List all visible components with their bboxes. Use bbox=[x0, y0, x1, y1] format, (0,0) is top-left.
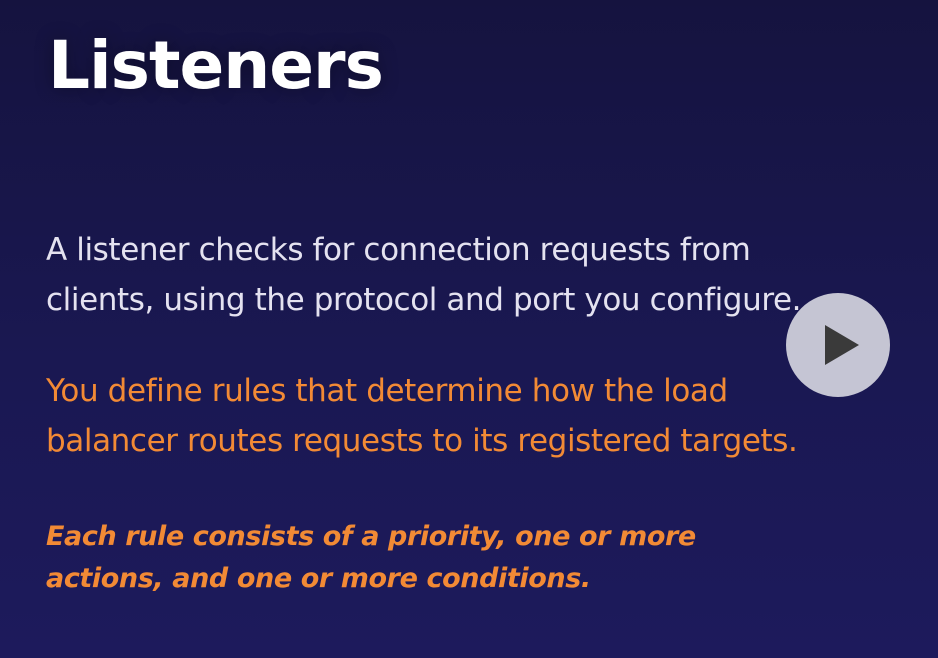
rule-composition-note: Each rule consists of a priority, one or… bbox=[46, 516, 826, 600]
play-icon bbox=[825, 325, 859, 365]
text-line: Each rule consists of a priority, one or… bbox=[46, 521, 696, 552]
text-line: clients, using the protocol and port you… bbox=[46, 282, 802, 318]
play-button[interactable] bbox=[786, 293, 890, 397]
text-line: A listener checks for connection request… bbox=[46, 232, 751, 268]
video-slide: Listeners A listener checks for connecti… bbox=[0, 0, 938, 658]
text-line: actions, and one or more conditions. bbox=[46, 563, 591, 594]
listener-description: A listener checks for connection request… bbox=[46, 225, 906, 325]
slide-title: Listeners bbox=[48, 27, 384, 104]
rules-description: You define rules that determine how the … bbox=[46, 366, 926, 466]
text-line: balancer routes requests to its register… bbox=[46, 423, 798, 459]
